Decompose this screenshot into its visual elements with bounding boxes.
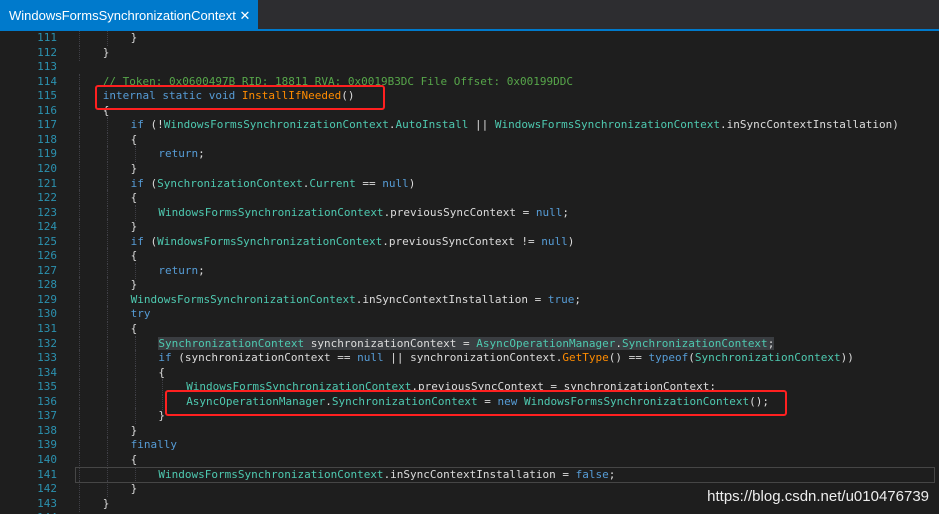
code-token: WindowsFormsSynchronizationContext	[158, 205, 384, 219]
code-token: typeof	[648, 351, 689, 365]
code-token: ))	[840, 351, 854, 365]
code-token: SynchronizationContext	[158, 336, 305, 350]
code-token: {	[158, 365, 166, 379]
code-token: .previousSyncContext =	[383, 205, 536, 219]
code-token: .previousSyncContext !=	[382, 234, 542, 248]
code-token: ;	[198, 263, 205, 277]
decompiler-window: WindowsFormsSynchronizationContext ✕ 111…	[0, 0, 939, 514]
code-token: AutoInstall	[395, 118, 469, 132]
code-token: if	[130, 176, 144, 190]
code-token: SynchronizationContext	[621, 336, 768, 350]
code-token: ;	[767, 336, 775, 350]
code-token: }	[130, 482, 138, 496]
code-token: synchronizationContext =	[304, 336, 477, 350]
code-token: true	[547, 292, 575, 306]
highlight-box-installifneeded	[94, 85, 385, 111]
code-token: }	[130, 31, 138, 44]
tab-label: WindowsFormsSynchronizationContext	[9, 8, 236, 23]
code-token: ;	[562, 205, 570, 219]
code-token: ||	[468, 118, 495, 132]
code-token: .inSyncContextInstallation =	[355, 292, 548, 306]
code-token: {	[130, 191, 138, 205]
code-token: try	[130, 307, 151, 321]
code-token: (	[143, 234, 158, 248]
code-token: Current	[309, 176, 356, 190]
code-editor[interactable]: 111} 112} 113 114// Token: 0x0600497B RID: …	[23, 31, 939, 514]
code-token: }	[130, 161, 138, 175]
code-token: {	[130, 452, 138, 466]
current-line-indicator	[75, 466, 935, 483]
code-token: if	[130, 234, 144, 248]
code-token: (!	[143, 118, 164, 132]
code-token: SynchronizationContext	[694, 351, 841, 365]
code-token: (synchronizationContext ==	[171, 351, 358, 365]
code-token: .inSyncContextInstallation)	[720, 118, 899, 132]
code-token: ;	[198, 147, 205, 161]
code-token: finally	[130, 438, 177, 452]
code-token: null	[382, 176, 409, 190]
code-token: (	[143, 176, 158, 190]
code-token: }	[158, 409, 166, 423]
code-line: 144	[23, 510, 939, 514]
code-token: return	[158, 147, 199, 161]
highlight-box-assignment	[165, 389, 788, 416]
code-token: WindowsFormsSynchronizationContext	[157, 234, 383, 248]
code-token: {	[130, 322, 138, 335]
editor-margin	[0, 31, 23, 514]
code-token: AsyncOperationManager	[476, 336, 616, 350]
code-token: (	[688, 351, 695, 365]
close-icon[interactable]: ✕	[238, 0, 252, 31]
code-token: WindowsFormsSynchronizationContext	[494, 118, 721, 132]
code-token: () ==	[608, 351, 649, 365]
code-token: }	[130, 278, 138, 292]
code-token: SynchronizationContext	[157, 176, 303, 190]
code-token: }	[102, 496, 110, 510]
code-token: return	[158, 263, 199, 277]
code-token: }	[130, 220, 138, 234]
code-token: || synchronizationContext.	[383, 351, 563, 365]
line-number: 144	[23, 510, 57, 514]
code-token: }	[130, 423, 138, 437]
code-token: null	[357, 351, 384, 365]
code-token: null	[535, 205, 563, 219]
code-token: .	[615, 336, 622, 350]
code-token: WindowsFormsSynchronizationContext	[163, 118, 389, 132]
code-token: WindowsFormsSynchronizationContext	[130, 292, 356, 306]
code-token: {	[130, 249, 138, 263]
code-token: }	[102, 45, 110, 59]
code-token: ==	[355, 176, 383, 190]
tab-bar: WindowsFormsSynchronizationContext ✕	[0, 0, 939, 31]
tab-windowsformssynchronizationcontext[interactable]: WindowsFormsSynchronizationContext ✕	[0, 0, 258, 31]
code-token: {	[130, 132, 138, 146]
watermark-text: https://blog.csdn.net/u010476739	[707, 488, 929, 505]
code-token: if	[130, 118, 144, 132]
code-token: )	[567, 234, 575, 248]
code-token: GetType	[562, 351, 609, 365]
code-token: )	[408, 176, 416, 190]
code-token: .	[388, 118, 396, 132]
code-token: ;	[574, 292, 581, 306]
code-token: if	[158, 351, 172, 365]
code-token: null	[541, 234, 568, 248]
